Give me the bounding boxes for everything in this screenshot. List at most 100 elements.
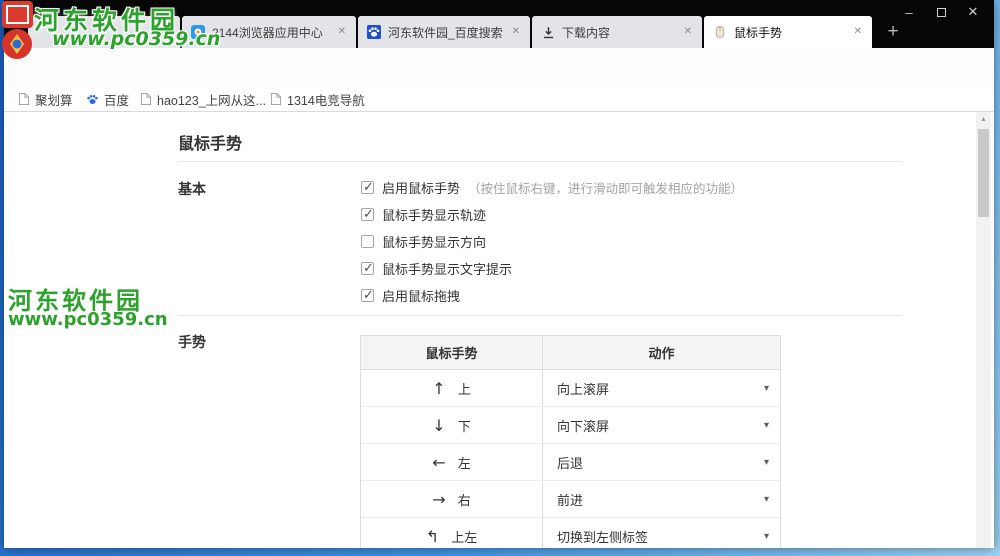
gestures-table: 鼠标手势 动作 ↑ 上 向上滚屏 ▾ ↓ 下 向下滚屏 (360, 335, 781, 548)
bookmark-doc-icon (140, 92, 152, 106)
paw-favicon-icon (366, 24, 382, 40)
new-tab-button[interactable]: + (880, 20, 906, 44)
baidu-paw-icon (86, 93, 99, 106)
section-basic-label: 基本 (178, 179, 206, 199)
action-dropdown[interactable]: 后退 ▾ (543, 444, 780, 480)
gesture-cell: ↑ 上 (361, 370, 543, 406)
dropdown-caret-icon: ▾ (764, 457, 769, 468)
gesture-row: ↓ 下 向下滚屏 ▾ (361, 407, 780, 444)
action-value: 前进 (557, 490, 583, 509)
gesture-row: ← 左 后退 ▾ (361, 444, 780, 481)
action-value: 切换到左侧标签 (557, 527, 648, 546)
bookmark-1314nav[interactable]: 1314电竞导航 (270, 90, 365, 108)
gesture-name: 上 (458, 379, 471, 398)
checkbox[interactable] (361, 289, 374, 302)
titlebar: – ✕ 2144浏览器应用中心 ✕ 河东软件园_百度搜索 ✕ 下载内容 (4, 0, 994, 48)
download-favicon-icon (540, 24, 556, 40)
divider (178, 161, 902, 162)
maximize-button[interactable] (928, 2, 954, 22)
tab-close-icon[interactable]: ✕ (682, 25, 694, 39)
option-show-hint[interactable]: 鼠标手势显示文字提示 (361, 260, 512, 277)
arrow-up-left-icon: ↰ (426, 527, 439, 546)
arrow-up-icon: ↑ (432, 379, 445, 398)
maximize-icon (937, 8, 946, 17)
window-controls: – ✕ (896, 2, 986, 22)
action-value: 向下滚屏 (557, 416, 609, 435)
navigation-bar: ‹ › chrome://mousegestures-settings ★ › … (4, 48, 994, 86)
scrollbar: ▲ (976, 112, 991, 548)
option-label: 鼠标手势显示方向 (382, 232, 486, 251)
arrow-right-icon: → (432, 490, 445, 509)
scrollbar-thumb[interactable] (978, 129, 989, 217)
bookmark-baidu[interactable]: 百度 (86, 90, 129, 108)
header-action: 动作 (543, 336, 780, 369)
gesture-name: 左 (458, 453, 471, 472)
tab-label: 河东软件园_百度搜索 (388, 24, 504, 41)
action-value: 后退 (557, 453, 583, 472)
tab-hedong-search[interactable]: 河东软件园_百度搜索 ✕ (358, 16, 530, 48)
dropdown-caret-icon: ▾ (764, 494, 769, 505)
action-value: 向上滚屏 (557, 379, 609, 398)
action-dropdown[interactable]: 向下滚屏 ▾ (543, 407, 780, 443)
bookmark-label: 百度 (104, 90, 129, 109)
section-gestures-label: 手势 (178, 332, 206, 352)
bookmark-doc-icon (270, 92, 282, 106)
tab-app-center[interactable]: 2144浏览器应用中心 ✕ (182, 16, 356, 48)
bookmark-doc-icon (18, 92, 30, 106)
tab-label: 鼠标手势 (734, 24, 846, 41)
dropdown-caret-icon: ▾ (764, 420, 769, 431)
gesture-favicon-icon (712, 24, 728, 40)
gesture-row: ↰ 上左 切换到左侧标签 ▾ (361, 518, 780, 548)
bookmark-label: 1314电竞导航 (287, 90, 365, 109)
tab-downloads[interactable]: 下载内容 ✕ (532, 16, 702, 48)
bookmarks-bar: 聚划算 百度 hao123_上网从这... 1314电竞导航 (4, 86, 994, 112)
minimize-icon: – (905, 5, 912, 20)
tab-mouse-gestures[interactable]: 鼠标手势 ✕ (704, 16, 872, 48)
gesture-name: 上左 (451, 527, 477, 546)
gesture-cell: ↰ 上左 (361, 518, 543, 548)
checkbox[interactable] (361, 208, 374, 221)
option-show-trail[interactable]: 鼠标手势显示轨迹 (361, 206, 486, 223)
option-label: 启用鼠标手势 (382, 178, 460, 197)
gesture-cell: ↓ 下 (361, 407, 543, 443)
browser-window: – ✕ 2144浏览器应用中心 ✕ 河东软件园_百度搜索 ✕ 下载内容 (4, 0, 994, 548)
header-gesture: 鼠标手势 (361, 336, 543, 369)
page-title: 鼠标手势 (178, 130, 242, 154)
action-dropdown[interactable]: 向上滚屏 ▾ (543, 370, 780, 406)
divider (178, 315, 902, 316)
gesture-row: ↑ 上 向上滚屏 ▾ (361, 370, 780, 407)
gesture-name: 右 (458, 490, 471, 509)
tab-close-icon[interactable]: ✕ (336, 25, 348, 39)
arrow-left-icon: ← (432, 453, 445, 472)
gesture-name: 下 (458, 416, 471, 435)
bookmark-label: 聚划算 (35, 90, 73, 109)
gesture-cell: → 右 (361, 481, 543, 517)
checkbox[interactable] (361, 262, 374, 275)
close-button[interactable]: ✕ (960, 2, 986, 22)
option-show-direction[interactable]: 鼠标手势显示方向 (361, 233, 486, 250)
close-icon: ✕ (968, 4, 979, 20)
tab-close-icon[interactable]: ✕ (510, 25, 522, 39)
tab-close-icon[interactable]: ✕ (852, 25, 864, 39)
option-note: （按住鼠标右键，进行滑动即可触发相应的功能） (468, 178, 743, 197)
option-label: 鼠标手势显示轨迹 (382, 205, 486, 224)
scroll-up-button[interactable]: ▲ (976, 112, 991, 127)
checkbox[interactable] (361, 235, 374, 248)
action-dropdown[interactable]: 前进 ▾ (543, 481, 780, 517)
action-dropdown[interactable]: 切换到左侧标签 ▾ (543, 518, 780, 548)
bookmark-hao123[interactable]: hao123_上网从这... (140, 90, 266, 108)
tab-obscured[interactable] (28, 16, 180, 48)
option-enable-gestures[interactable]: 启用鼠标手势 （按住鼠标右键，进行滑动即可触发相应的功能） (361, 179, 743, 196)
dropdown-caret-icon: ▾ (764, 531, 769, 542)
tab-label: 2144浏览器应用中心 (212, 24, 330, 41)
dropdown-caret-icon: ▾ (764, 383, 769, 394)
option-enable-drag[interactable]: 启用鼠标拖拽 (361, 287, 460, 304)
checkbox[interactable] (361, 181, 374, 194)
gesture-row: → 右 前进 ▾ (361, 481, 780, 518)
settings-page: 鼠标手势 基本 启用鼠标手势 （按住鼠标右键，进行滑动即可触发相应的功能） 鼠标… (4, 112, 994, 548)
tab-label: 下载内容 (562, 24, 676, 41)
bookmark-juhuasuan[interactable]: 聚划算 (18, 90, 73, 108)
minimize-button[interactable]: – (896, 2, 922, 22)
table-header: 鼠标手势 动作 (361, 336, 780, 370)
option-label: 启用鼠标拖拽 (382, 286, 460, 305)
